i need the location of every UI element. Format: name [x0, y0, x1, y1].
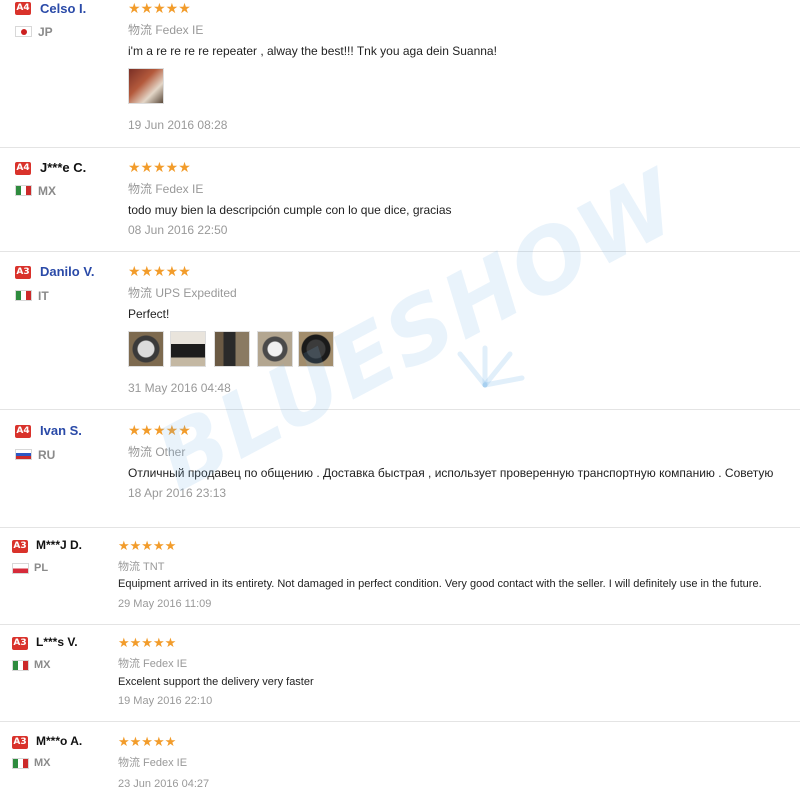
buyer-country: IT — [38, 289, 49, 303]
buyer-country: MX — [34, 757, 51, 769]
review-photo-thumbnail[interactable] — [170, 331, 206, 367]
shipping-method: 物流 Fedex IE — [118, 658, 188, 670]
feedback-text: Equipment arrived in its entirety. Not d… — [118, 578, 762, 590]
review-item: A3 M***J D. PL ★★★★★ 物流 TNT Equipment ar… — [0, 527, 800, 625]
buyer-level-badge: A4 — [15, 162, 31, 175]
flag-mx-icon — [12, 758, 29, 769]
review-photo-thumbnail[interactable] — [298, 331, 334, 367]
review-item: A4 J***e C. MX ★★★★★ 物流 Fedex IE todo mu… — [0, 147, 800, 252]
buyer-name-link[interactable]: Celso I. — [40, 1, 86, 16]
buyer-name: L***s V. — [36, 635, 78, 649]
review-photo-thumbnail[interactable] — [257, 331, 293, 367]
shipping-method: 物流 Fedex IE — [128, 182, 204, 196]
review-photo-thumbnail[interactable] — [128, 331, 164, 367]
buyer-country: PL — [34, 562, 49, 574]
review-date: 19 Jun 2016 08:28 — [128, 118, 228, 132]
review-item: A3 Danilo V. IT ★★★★★ 物流 UPS Expedited P… — [0, 251, 800, 410]
review-item: A3 M***o A. MX ★★★★★ 物流 Fedex IE 23 Jun … — [0, 721, 800, 800]
buyer-name-link[interactable]: Ivan S. — [40, 423, 82, 438]
buyer-level-badge: A4 — [15, 425, 31, 438]
buyer-level-badge: A3 — [15, 266, 31, 279]
review-date: 18 Apr 2016 23:13 — [128, 486, 227, 500]
review-date: 29 May 2016 11:09 — [118, 598, 212, 610]
feedback-text: todo muy bien la descripción cumple con … — [128, 203, 452, 217]
buyer-name: J***e C. — [40, 160, 87, 175]
flag-pl-icon — [12, 563, 29, 574]
shipping-method: 物流 Other — [128, 445, 186, 459]
buyer-level-badge: A4 — [15, 2, 31, 15]
shipping-method: 物流 UPS Expedited — [128, 286, 237, 300]
rating-stars: ★★★★★ — [128, 159, 191, 175]
review-date: 23 Jun 2016 04:27 — [118, 778, 210, 790]
feedback-text: Excelent support the delivery very faste… — [118, 676, 314, 688]
buyer-name-link[interactable]: Danilo V. — [40, 264, 94, 279]
buyer-country: RU — [38, 448, 56, 462]
rating-stars: ★★★★★ — [128, 263, 191, 279]
feedback-text: i'm a re re re re repeater , alway the b… — [128, 44, 497, 58]
review-item: A4 Celso I. JP ★★★★★ 物流 Fedex IE i'm a r… — [0, 0, 800, 148]
buyer-name: M***J D. — [36, 538, 83, 552]
rating-stars: ★★★★★ — [118, 734, 177, 749]
rating-stars: ★★★★★ — [128, 422, 191, 438]
review-date: 19 May 2016 22:10 — [118, 695, 213, 707]
feedback-text: Perfect! — [128, 307, 170, 321]
review-date: 08 Jun 2016 22:50 — [128, 223, 228, 237]
flag-ru-icon — [15, 449, 32, 460]
buyer-country: JP — [38, 25, 53, 39]
rating-stars: ★★★★★ — [128, 0, 191, 16]
review-photo-thumbnail[interactable] — [128, 68, 164, 104]
shipping-method: 物流 TNT — [118, 561, 165, 573]
shipping-method: 物流 Fedex IE — [118, 757, 188, 769]
flag-mx-icon — [12, 660, 29, 671]
flag-mx-icon — [15, 185, 32, 196]
rating-stars: ★★★★★ — [118, 635, 177, 650]
review-photo-thumbnail[interactable] — [214, 331, 250, 367]
shipping-method: 物流 Fedex IE — [128, 23, 204, 37]
feedback-text: Отличный продавец по общению . Доставка … — [128, 466, 774, 480]
buyer-level-badge: A3 — [12, 736, 28, 749]
flag-jp-icon — [15, 26, 32, 37]
rating-stars: ★★★★★ — [118, 538, 177, 553]
buyer-level-badge: A3 — [12, 637, 28, 650]
buyer-level-badge: A3 — [12, 540, 28, 553]
review-item: A4 Ivan S. RU ★★★★★ 物流 Other Отличный пр… — [0, 409, 800, 528]
buyer-country: MX — [38, 184, 56, 198]
buyer-country: MX — [34, 659, 51, 671]
review-date: 31 May 2016 04:48 — [128, 381, 231, 395]
buyer-name: M***o A. — [36, 734, 83, 748]
flag-it-icon — [15, 290, 32, 301]
review-item: A3 L***s V. MX ★★★★★ 物流 Fedex IE Excelen… — [0, 624, 800, 722]
